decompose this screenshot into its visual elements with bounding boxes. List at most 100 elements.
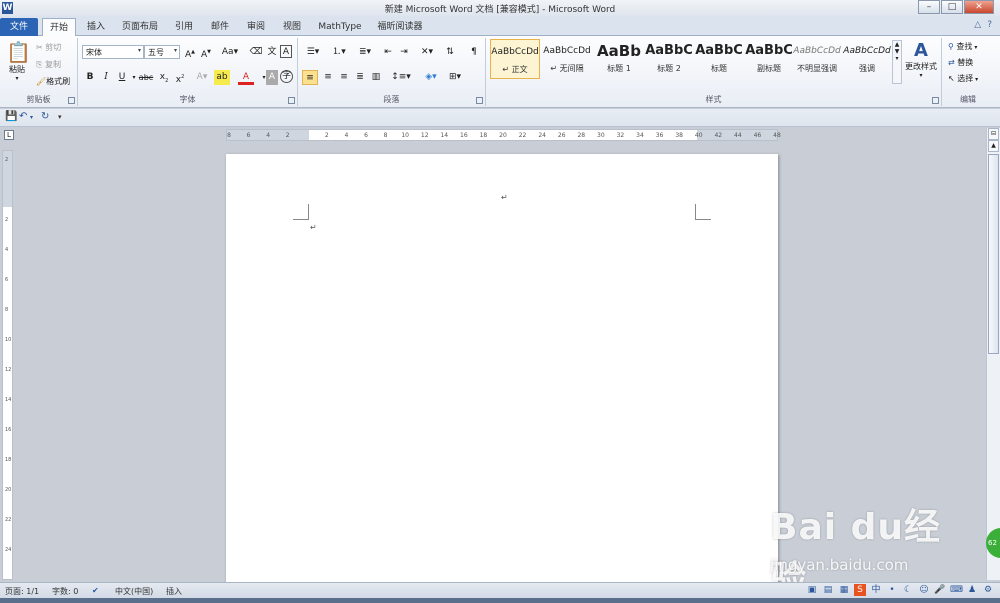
cut-button[interactable]: ✂ 剪切 <box>36 42 61 53</box>
align-center-icon[interactable]: ≡ <box>320 70 336 85</box>
phonetic-guide-icon[interactable]: 文 <box>264 45 280 60</box>
styles-launcher-icon[interactable] <box>932 97 939 104</box>
tab-page-layout[interactable]: 页面布局 <box>116 18 164 36</box>
maximize-button[interactable]: □ <box>941 0 963 14</box>
word-count[interactable]: 字数: 0 <box>52 586 78 597</box>
paste-button[interactable]: 📋 粘贴 ▾ <box>6 40 31 82</box>
grow-font-icon[interactable]: A▲ <box>182 45 198 60</box>
skin-icon[interactable]: ♟ <box>966 584 978 596</box>
font-name-combo[interactable]: 宋体 ▾ <box>82 45 144 59</box>
undo-icon[interactable]: ↶ <box>19 111 27 122</box>
insert-mode[interactable]: 插入 <box>166 586 182 597</box>
scroll-thumb[interactable] <box>988 154 999 354</box>
tab-mathtype[interactable]: MathType <box>312 18 368 36</box>
style-heading-1[interactable]: AaBb 标题 1 <box>594 39 644 79</box>
font-color-icon[interactable]: A <box>238 70 254 85</box>
chevron-down-icon[interactable]: ▾ <box>30 114 33 121</box>
ruler-toggle-icon[interactable]: ⊟ <box>988 128 999 140</box>
justify-icon[interactable]: ≣ <box>352 70 368 85</box>
italic-icon[interactable]: I <box>98 70 114 85</box>
change-case-icon[interactable]: Aa▾ <box>220 45 240 60</box>
spelling-check-icon[interactable]: ✔ <box>92 586 99 595</box>
tab-selector[interactable]: L <box>4 130 14 140</box>
show-marks-icon[interactable]: ¶ <box>466 45 482 60</box>
body-paragraph-mark[interactable]: ↵ <box>310 223 317 232</box>
tab-references[interactable]: 引用 <box>168 18 200 36</box>
clipboard-launcher-icon[interactable] <box>68 97 75 104</box>
document-page[interactable]: ↵ ↵ <box>226 154 778 594</box>
multilevel-list-icon[interactable]: ≣▾ <box>354 45 376 60</box>
tab-view[interactable]: 视图 <box>276 18 308 36</box>
style-subtle-emphasis[interactable]: AaBbCcDd 不明显强调 <box>792 39 842 79</box>
replace-button[interactable]: ⇄ 替换 <box>948 57 973 68</box>
distributed-icon[interactable]: ▥ <box>368 70 384 85</box>
find-button[interactable]: ⚲ 查找 ▾ <box>948 41 977 52</box>
scroll-up-icon[interactable]: ▲ <box>988 140 999 152</box>
emoji-icon[interactable]: ☺ <box>918 584 930 596</box>
vertical-scrollbar[interactable]: ⊟ ▲ <box>986 128 1000 580</box>
redo-icon[interactable]: ↻ <box>41 111 49 122</box>
tab-file[interactable]: 文件 <box>0 18 38 36</box>
numbering-icon[interactable]: ⒈▾ <box>328 45 350 60</box>
chinese-layout-icon[interactable]: ✕▾ <box>416 45 438 60</box>
select-button[interactable]: ↖ 选择 ▾ <box>948 73 978 84</box>
microphone-icon[interactable]: 🎤 <box>934 584 946 596</box>
toolbox-icon[interactable]: ⚙ <box>982 584 994 596</box>
style-no-spacing[interactable]: AaBbCcDd ↵ 无间隔 <box>542 39 592 79</box>
shrink-font-icon[interactable]: A▼ <box>198 45 214 60</box>
character-border-icon[interactable]: A <box>280 45 292 58</box>
shading-icon[interactable]: ◈▾ <box>420 70 442 85</box>
tab-mailings[interactable]: 邮件 <box>204 18 236 36</box>
highlight-icon[interactable]: ab <box>214 70 230 85</box>
style-heading-2[interactable]: AaBbC 标题 2 <box>644 39 694 79</box>
punctuation-icon[interactable]: • <box>886 584 898 596</box>
bullets-icon[interactable]: ☰▾ <box>302 45 324 60</box>
paragraph-launcher-icon[interactable] <box>476 97 483 104</box>
font-launcher-icon[interactable] <box>288 97 295 104</box>
moon-icon[interactable]: ☾ <box>902 584 914 596</box>
align-right-icon[interactable]: ≡ <box>336 70 352 85</box>
tab-insert[interactable]: 插入 <box>80 18 112 36</box>
format-painter-button[interactable]: 🖌格式刷 <box>36 76 70 87</box>
clear-format-icon[interactable]: ⌫ <box>248 45 264 60</box>
minimize-button[interactable]: – <box>918 0 940 14</box>
tab-foxit-reader[interactable]: 福昕阅读器 <box>372 18 428 36</box>
change-styles-button[interactable]: A 更改样式 ▾ <box>904 40 938 79</box>
strikethrough-icon[interactable]: abc <box>138 70 154 85</box>
character-shading-icon[interactable]: A <box>266 70 278 85</box>
full-screen-reading-icon[interactable]: ▤ <box>822 584 834 596</box>
enclose-characters-icon[interactable]: 字 <box>280 70 293 83</box>
tab-review[interactable]: 审阅 <box>240 18 272 36</box>
tab-home[interactable]: 开始 <box>42 18 76 36</box>
customize-qat-icon[interactable]: ▾ <box>58 113 62 121</box>
superscript-icon[interactable]: x2 <box>172 70 188 85</box>
borders-icon[interactable]: ⊞▾ <box>444 70 466 85</box>
font-size-combo[interactable]: 五号 ▾ <box>144 45 180 59</box>
text-effects-icon[interactable]: A▾ <box>194 70 210 85</box>
sort-icon[interactable]: ⇅ <box>442 45 458 60</box>
style-emphasis[interactable]: AaBbCcDd 强调 <box>842 39 892 79</box>
print-layout-icon[interactable]: ▣ <box>806 584 818 596</box>
style-normal[interactable]: AaBbCcDd ↵ 正文 <box>490 39 540 79</box>
horizontal-ruler[interactable]: 8 6 4 2 2 4 6 8 10 12 14 16 18 20 22 24 26 28 30 32 34 36 38 40… <box>226 129 781 141</box>
bold-icon[interactable]: B <box>82 70 98 85</box>
style-subtitle[interactable]: AaBbC 副标题 <box>744 39 794 79</box>
keyboard-icon[interactable]: ⌨ <box>950 584 963 596</box>
increase-indent-icon[interactable]: ⇥ <box>396 45 412 60</box>
line-spacing-icon[interactable]: ↕≡▾ <box>390 70 412 85</box>
close-button[interactable]: ✕ <box>964 0 994 14</box>
web-layout-icon[interactable]: ▦ <box>838 584 850 596</box>
help-icon[interactable]: ? <box>987 20 992 30</box>
copy-button[interactable]: ⎘ 复制 <box>36 59 61 70</box>
collapse-ribbon-icon[interactable]: △ <box>974 20 981 30</box>
styles-scroll[interactable]: ▲ ▼ ▾ <box>892 40 902 84</box>
vertical-ruler[interactable]: 2 2 4 6 8 10 12 14 16 18 20 22 24 <box>2 150 13 580</box>
language-indicator[interactable]: 中文(中国) <box>115 586 153 597</box>
align-left-icon[interactable]: ≡ <box>302 70 318 85</box>
style-title[interactable]: AaBbC 标题 <box>694 39 744 79</box>
save-icon[interactable]: 💾 <box>5 111 17 122</box>
sogou-ime-icon[interactable]: S <box>854 584 866 596</box>
page-count[interactable]: 页面: 1/1 <box>5 586 39 597</box>
subscript-icon[interactable]: x2 <box>156 70 172 85</box>
decrease-indent-icon[interactable]: ⇤ <box>380 45 396 60</box>
